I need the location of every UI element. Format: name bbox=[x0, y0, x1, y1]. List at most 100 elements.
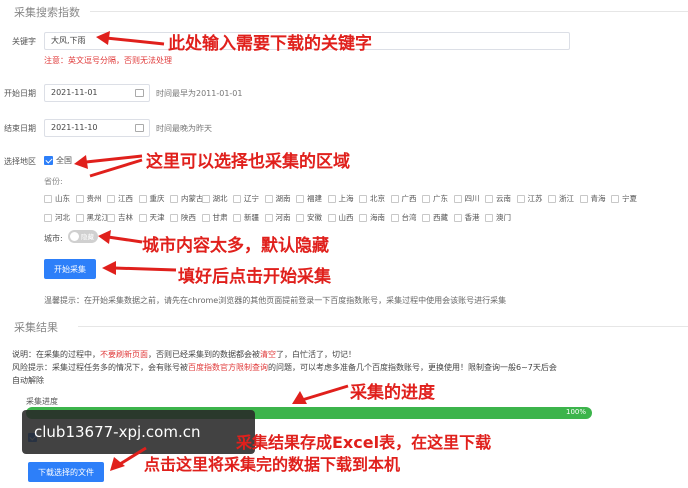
checkbox-icon bbox=[201, 194, 210, 203]
province-checkbox[interactable]: 河南 bbox=[264, 212, 297, 223]
checkbox-icon bbox=[453, 194, 462, 203]
start-date-input[interactable]: 2021-11-01 bbox=[44, 84, 150, 102]
province-checkbox[interactable]: 甘肃 bbox=[201, 212, 234, 223]
province-checkbox[interactable]: 山东 bbox=[44, 193, 76, 204]
province-name: 河南 bbox=[275, 213, 291, 222]
province-checkbox[interactable]: 贵州 bbox=[75, 193, 108, 204]
checkbox-icon bbox=[390, 194, 399, 203]
province-checkbox[interactable]: 浙江 bbox=[548, 193, 580, 204]
province-checkbox[interactable]: 福建 bbox=[296, 193, 328, 204]
province-name: 山西 bbox=[338, 213, 354, 222]
start-date-label: 开始日期 bbox=[4, 89, 36, 98]
province-checkbox[interactable]: 内蒙古 bbox=[170, 193, 204, 204]
keyword-note: 注意：英文逗号分隔，否则无法处理 bbox=[44, 56, 172, 65]
province-checkbox[interactable]: 新疆 bbox=[233, 212, 265, 223]
province-checkbox[interactable]: 湖北 bbox=[201, 193, 234, 204]
annotation-progress: 采集的进度 bbox=[350, 383, 435, 403]
checkbox-icon bbox=[422, 194, 430, 203]
province-checkbox[interactable]: 安徽 bbox=[296, 212, 328, 223]
province-name: 广东 bbox=[433, 194, 448, 203]
arrow-icon bbox=[110, 446, 147, 471]
annotation-start: 填好后点击开始采集 bbox=[178, 267, 331, 287]
keyword-label: 关键字 bbox=[12, 37, 36, 46]
province-checkbox[interactable]: 青海 bbox=[579, 193, 612, 204]
checkbox-icon bbox=[548, 194, 556, 203]
province-checkbox[interactable]: 澳门 bbox=[485, 212, 517, 223]
checkbox-icon bbox=[44, 213, 52, 222]
province-checkbox[interactable]: 湖南 bbox=[264, 193, 297, 204]
province-checkbox[interactable]: 天津 bbox=[138, 212, 171, 223]
province-checkbox[interactable]: 辽宁 bbox=[233, 193, 265, 204]
arrow-icon bbox=[96, 31, 165, 46]
province-checkbox[interactable]: 西藏 bbox=[422, 212, 454, 223]
province-name: 天津 bbox=[149, 213, 165, 222]
arrow-icon bbox=[292, 384, 349, 404]
province-checkbox[interactable]: 重庆 bbox=[138, 193, 171, 204]
province-checkbox[interactable]: 云南 bbox=[485, 193, 517, 204]
province-checkbox[interactable]: 上海 bbox=[327, 193, 360, 204]
province-name: 湖南 bbox=[275, 194, 291, 203]
province-checkbox[interactable]: 四川 bbox=[453, 193, 486, 204]
annotation-download: 点击这里将采集完的数据下载到本机 bbox=[144, 455, 401, 474]
annotation-city: 城市内容太多，默认隐藏 bbox=[142, 236, 329, 256]
section-divider bbox=[78, 326, 688, 327]
province-label: 省份: bbox=[44, 177, 63, 186]
nationwide-checkbox[interactable]: 全国 bbox=[44, 155, 72, 166]
arrow-icon bbox=[98, 230, 143, 244]
calendar-icon bbox=[135, 89, 144, 97]
province-name: 湖北 bbox=[212, 194, 228, 203]
checkbox-icon bbox=[485, 213, 493, 222]
province-name: 吉林 bbox=[118, 213, 133, 222]
checkbox-icon bbox=[233, 194, 241, 203]
checkbox-icon bbox=[264, 213, 273, 222]
checkbox-icon bbox=[611, 194, 619, 203]
checkbox-icon bbox=[138, 213, 147, 222]
province-name: 浙江 bbox=[559, 194, 574, 203]
explain-text: 的问题，可以考虑多准备几个百度指数账号，更换使用！限制查询一般6~7天后会 bbox=[268, 363, 557, 372]
explain-line-3: 自动解除 bbox=[12, 376, 44, 385]
province-checkbox[interactable]: 江苏 bbox=[516, 193, 549, 204]
province-row-2: 河北 黑龙江 吉林 天津 陕西 甘肃 新疆 河南 安徽 山西 海南 台湾 西藏 香港 澳门 bbox=[44, 212, 517, 223]
province-checkbox[interactable]: 山西 bbox=[327, 212, 360, 223]
city-label: 城市: bbox=[44, 234, 63, 243]
checkbox-icon bbox=[296, 194, 304, 203]
province-name: 甘肃 bbox=[212, 213, 228, 222]
province-checkbox[interactable]: 北京 bbox=[359, 193, 391, 204]
start-collect-button[interactable]: 开始采集 bbox=[44, 259, 96, 279]
toggle-knob bbox=[70, 232, 79, 241]
explain-line-1: 说明：在采集的过程中，不要刷新页面，否则已经采集到的数据都会被清空了，白忙活了，… bbox=[12, 349, 356, 360]
province-name: 澳门 bbox=[496, 213, 511, 222]
explain-text: ，否则已经采集到的数据都会被 bbox=[148, 350, 260, 359]
province-checkbox[interactable]: 香港 bbox=[453, 212, 486, 223]
province-name: 江苏 bbox=[527, 194, 543, 203]
download-button[interactable]: 下载选择的文件 bbox=[28, 462, 104, 482]
explain-line-2: 风险提示：采集过程任务多的情况下，会有账号被百度指数官方限制查询的问题，可以考虑… bbox=[12, 362, 557, 373]
checkbox-icon bbox=[201, 213, 210, 222]
province-checkbox[interactable]: 陕西 bbox=[170, 212, 202, 223]
checkbox-icon bbox=[75, 213, 84, 222]
end-date-input[interactable]: 2021-11-10 bbox=[44, 119, 150, 137]
province-checkbox[interactable]: 台湾 bbox=[390, 212, 423, 223]
checkbox-icon bbox=[390, 213, 399, 222]
explain-highlight: 百度指数官方限制查询 bbox=[188, 363, 268, 372]
checkbox-icon bbox=[138, 194, 147, 203]
province-checkbox[interactable]: 广西 bbox=[390, 193, 423, 204]
province-name: 新疆 bbox=[244, 213, 259, 222]
province-checkbox[interactable]: 广东 bbox=[422, 193, 454, 204]
explain-text: 说明：在采集的过程中， bbox=[12, 350, 100, 359]
province-checkbox[interactable]: 宁夏 bbox=[611, 193, 643, 204]
province-name: 重庆 bbox=[149, 194, 165, 203]
province-checkbox[interactable]: 江西 bbox=[107, 193, 139, 204]
progress-label: 采集进度 bbox=[26, 397, 58, 406]
province-checkbox[interactable]: 河北 bbox=[44, 212, 76, 223]
province-checkbox[interactable]: 海南 bbox=[359, 212, 391, 223]
checkbox-icon bbox=[327, 213, 336, 222]
province-checkbox[interactable]: 吉林 bbox=[107, 212, 139, 223]
section-title-search: 采集搜索指数 bbox=[14, 6, 80, 19]
city-toggle-text: 隐藏 bbox=[81, 233, 94, 241]
city-toggle[interactable]: 隐藏 bbox=[68, 230, 98, 243]
province-name: 广西 bbox=[401, 194, 417, 203]
province-name: 台湾 bbox=[401, 213, 417, 222]
province-checkbox[interactable]: 黑龙江 bbox=[75, 212, 109, 223]
checkbox-icon bbox=[296, 213, 304, 222]
